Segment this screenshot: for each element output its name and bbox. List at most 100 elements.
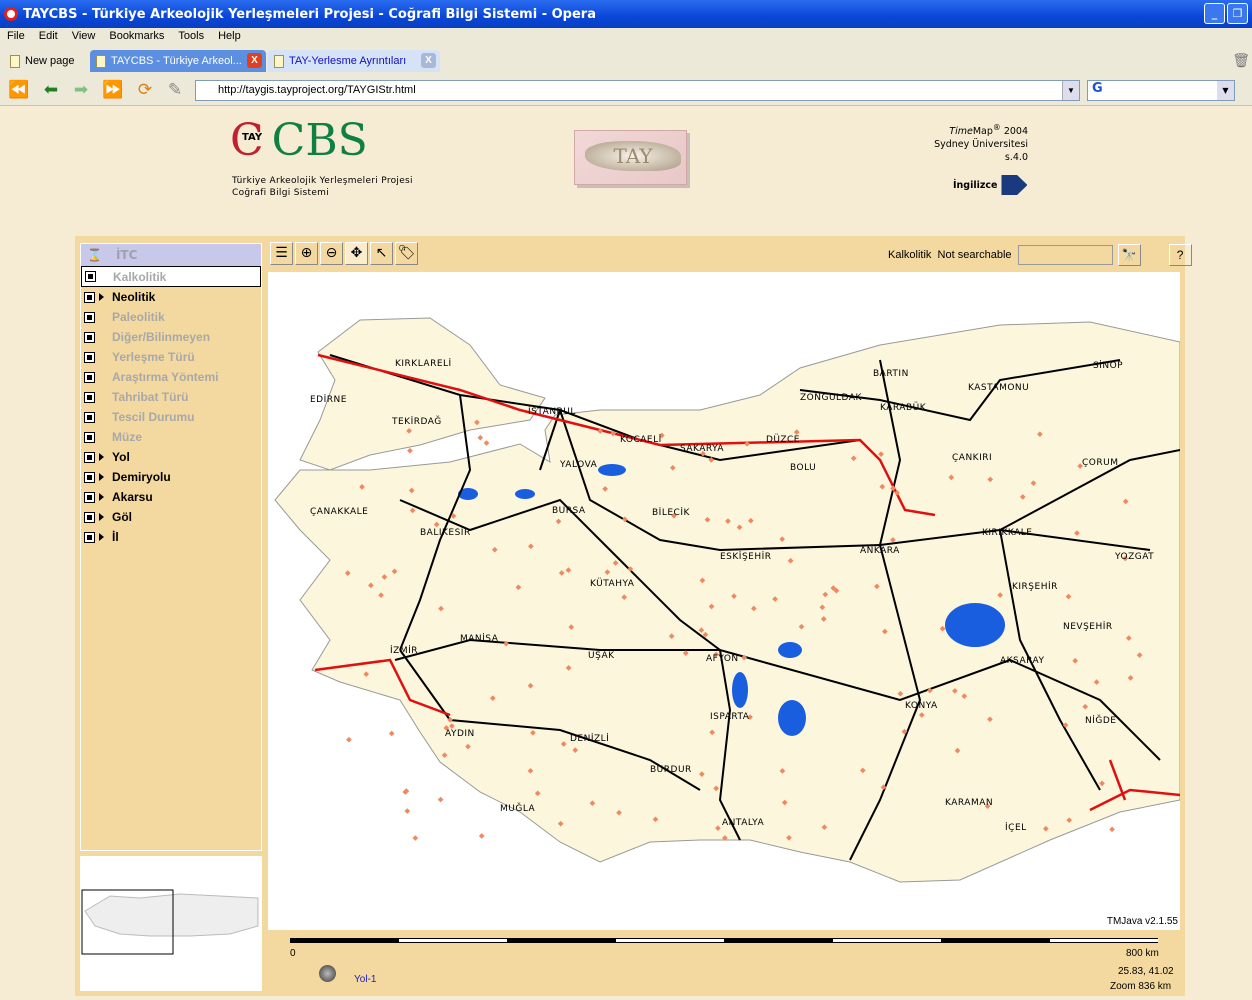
checkbox-icon[interactable] — [84, 291, 95, 303]
checkbox-icon[interactable] — [84, 431, 95, 443]
active-layer-label: Kalkolitik — [888, 249, 932, 261]
city-label: AKSARAY — [1000, 656, 1044, 666]
tab-new-page[interactable]: New page — [4, 50, 88, 72]
checkbox-icon[interactable] — [84, 451, 95, 463]
site-marker — [388, 730, 395, 737]
layers-icon[interactable]: ☰ — [270, 242, 293, 265]
scale-segment — [507, 939, 616, 942]
menu-file[interactable]: File — [0, 28, 32, 46]
credit-text: Time — [949, 126, 973, 138]
rewind-icon[interactable]: ⏪ — [8, 80, 30, 100]
checkbox-icon[interactable] — [84, 391, 95, 403]
checkbox-icon[interactable] — [84, 371, 95, 383]
minimize-button[interactable]: _ — [1204, 3, 1225, 24]
layer-demiryolu[interactable]: Demiryolu — [81, 467, 261, 487]
expand-arrow-icon[interactable] — [99, 453, 104, 461]
layer-label: Yol — [112, 450, 130, 464]
chevron-down-icon[interactable]: ▼ — [1217, 81, 1234, 100]
chevron-down-icon[interactable]: ▼ — [1062, 81, 1079, 100]
fast-forward-icon[interactable]: ⏩ — [102, 80, 124, 100]
city-label: KARAMAN — [945, 798, 993, 808]
map-canvas[interactable]: KIRKLARELİ EDİRNE TEKİRDAĞ İSTANBUL KOCAELİ S… — [268, 272, 1180, 930]
layer-paleolitik[interactable]: Paleolitik — [81, 307, 261, 327]
tab-label: New page — [25, 55, 75, 67]
expand-arrow-icon[interactable] — [99, 493, 104, 501]
menu-edit[interactable]: Edit — [32, 28, 65, 46]
menu-bookmarks[interactable]: Bookmarks — [102, 28, 171, 46]
reload-icon[interactable]: ⟳ — [134, 80, 156, 100]
checkbox-icon[interactable] — [84, 411, 95, 423]
expand-arrow-icon[interactable] — [99, 513, 104, 521]
credit-text: Sydney Üniversitesi — [934, 139, 1028, 151]
checkbox-icon[interactable] — [84, 351, 95, 363]
restore-button[interactable]: ❐ — [1227, 3, 1248, 24]
scale-segment — [832, 939, 941, 942]
forward-icon[interactable]: ➡ — [70, 80, 92, 100]
subtitle-line: Türkiye Arkeolojik Yerleşmeleri Projesi — [232, 176, 413, 186]
trash-icon[interactable]: 🗑 — [1232, 52, 1250, 69]
layer-kalkolitik[interactable]: Kalkolitik — [81, 266, 261, 287]
overview-map[interactable] — [80, 856, 262, 991]
new-page-icon — [10, 54, 20, 68]
city-label: ANKARA — [860, 546, 900, 556]
city-label: BOLU — [790, 463, 816, 473]
close-tab-icon[interactable]: X — [421, 53, 436, 68]
tab-bar: New page TAYCBS - Türkiye Arkeol... X TAY… — [0, 46, 1252, 74]
city-label: SİNOP — [1093, 360, 1123, 371]
layer-tahribat-t-r-[interactable]: Tahribat Türü — [81, 387, 261, 407]
close-tab-icon[interactable]: X — [247, 53, 262, 68]
checkbox-icon[interactable] — [84, 311, 95, 323]
menu-help[interactable]: Help — [211, 28, 248, 46]
layer-yol[interactable]: Yol — [81, 447, 261, 467]
layer-label: Diğer/Bilinmeyen — [112, 330, 211, 344]
address-input[interactable]: http://taygis.tayproject.org/TAYGIStr.ht… — [195, 80, 1080, 101]
zoom-in-icon[interactable]: ⊕ — [295, 242, 318, 265]
layer-tescil-durumu[interactable]: Tescil Durumu — [81, 407, 261, 427]
city-label: NİĞDE — [1085, 714, 1116, 726]
layer-akarsu[interactable]: Akarsu — [81, 487, 261, 507]
layer-i-l[interactable]: İl — [81, 527, 261, 547]
layer-search-input[interactable] — [1017, 245, 1113, 265]
layer-label: İl — [112, 530, 119, 544]
checkbox-icon[interactable] — [84, 491, 95, 503]
expand-arrow-icon[interactable] — [99, 533, 104, 541]
checkbox-icon[interactable] — [84, 531, 95, 543]
layer-g-l[interactable]: Göl — [81, 507, 261, 527]
credit-text: ® — [992, 123, 1001, 132]
globe-icon[interactable] — [319, 965, 336, 982]
back-icon[interactable]: ⬅ — [40, 80, 62, 100]
label-icon[interactable]: 🏷 — [395, 242, 418, 265]
search-input[interactable]: G ▼ — [1087, 80, 1235, 101]
tab-taycbs[interactable]: TAYCBS - Türkiye Arkeol... X — [90, 50, 266, 72]
layer-neolitik[interactable]: Neolitik — [81, 287, 261, 307]
layer-ara-t-rma-y-ntemi[interactable]: Araştırma Yöntemi — [81, 367, 261, 387]
layer-yerle-me-t-r-[interactable]: Yerleşme Türü — [81, 347, 261, 367]
checkbox-icon[interactable] — [85, 271, 96, 282]
select-icon[interactable]: ↖ — [370, 242, 393, 265]
city-label: BALIKESİR — [420, 527, 471, 538]
layer-search: Kalkolitik Not searchable 🔭 ? — [888, 244, 1192, 266]
checkbox-icon[interactable] — [84, 511, 95, 523]
menu-tools[interactable]: Tools — [171, 28, 211, 46]
zoom-out-icon[interactable]: ⊖ — [320, 242, 343, 265]
expand-arrow-icon[interactable] — [99, 293, 104, 301]
layer-m-ze[interactable]: Müze — [81, 427, 261, 447]
page-icon — [96, 54, 106, 68]
city-label: ANTALYA — [722, 818, 764, 828]
menu-view[interactable]: View — [65, 28, 103, 46]
checkbox-icon[interactable] — [84, 331, 95, 343]
binoculars-icon[interactable]: 🔭 — [1117, 244, 1141, 266]
expand-arrow-icon[interactable] — [99, 473, 104, 481]
layer-list: ⌛ İTC Kalkolitik Neolitik Paleolitik Diğer/B… — [80, 243, 262, 851]
city-label: KIRKLARELİ — [395, 358, 452, 369]
city-label: İÇEL — [1005, 822, 1027, 833]
tab-label: TAYCBS - Türkiye Arkeol... — [111, 55, 242, 67]
help-icon[interactable]: ? — [1168, 244, 1192, 266]
city-label: UŞAK — [588, 651, 615, 661]
tab-yerlesme[interactable]: TAY-Yerlesme Ayrıntıları X — [268, 50, 440, 72]
edit-icon[interactable]: ✎ — [164, 80, 186, 100]
pan-icon[interactable]: ✥ — [345, 242, 368, 265]
layer-di-er-bilinmeyen[interactable]: Diğer/Bilinmeyen — [81, 327, 261, 347]
english-link[interactable]: İngilizce — [953, 175, 1028, 195]
checkbox-icon[interactable] — [84, 471, 95, 483]
